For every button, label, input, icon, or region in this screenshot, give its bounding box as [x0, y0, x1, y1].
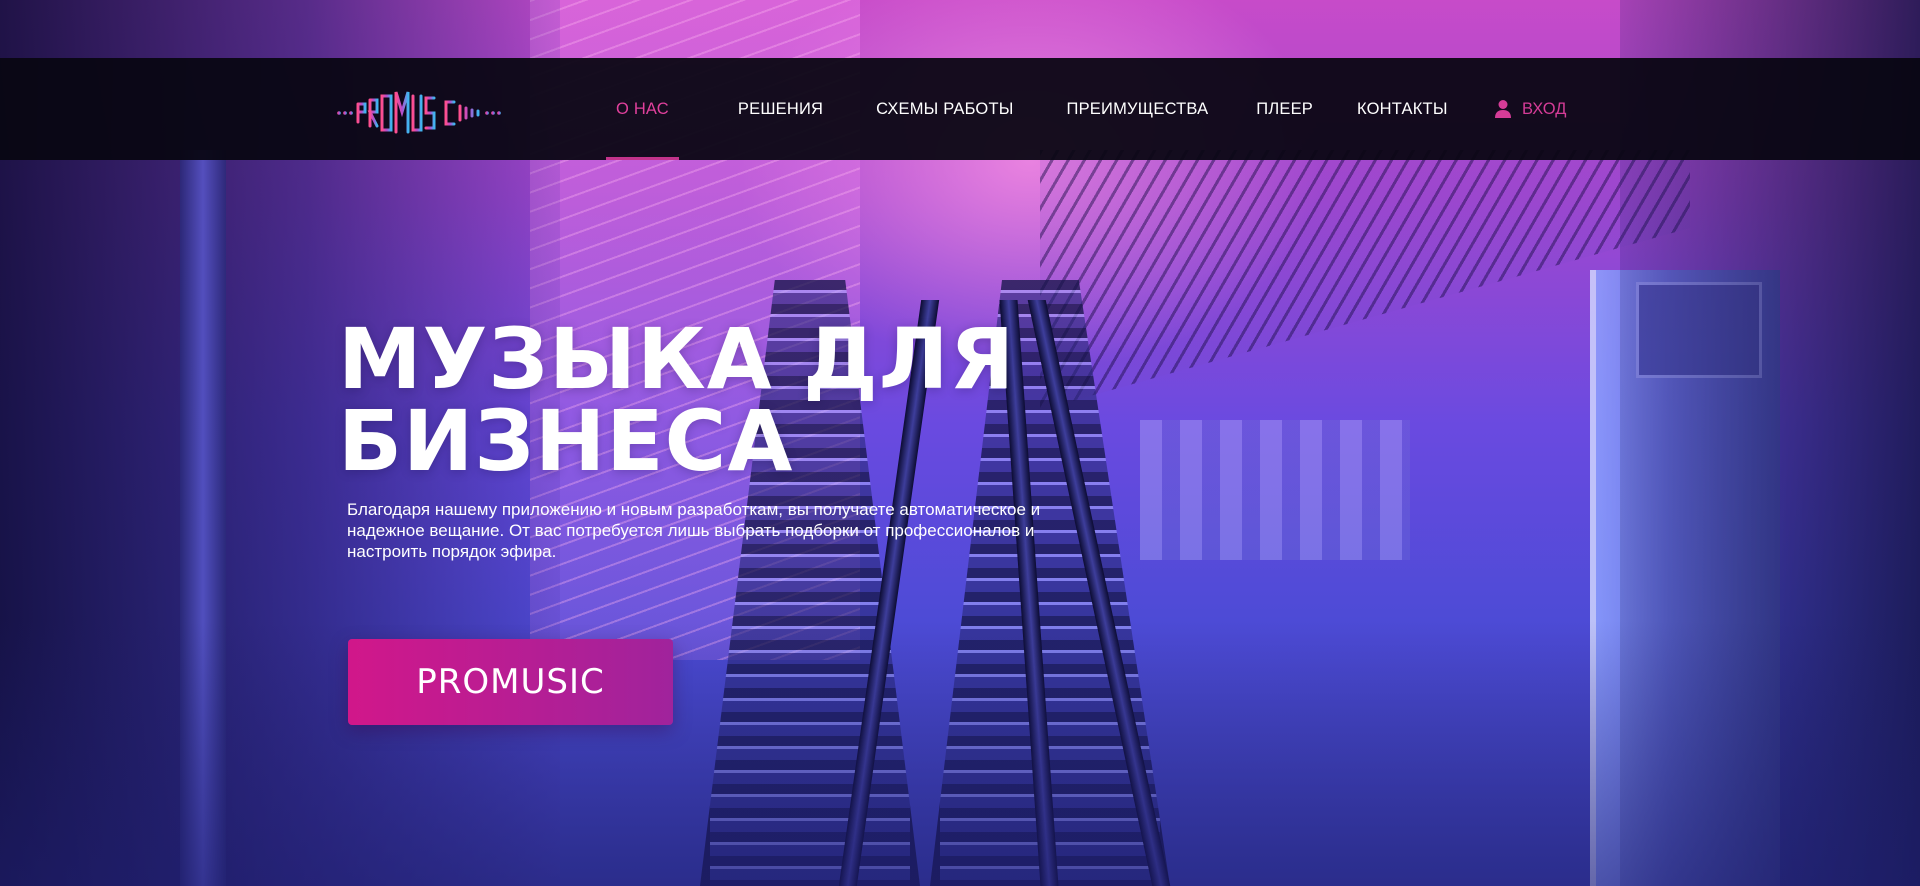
background-building [1140, 420, 1410, 560]
hero-title: МУЗЫКА ДЛЯ БИЗНЕСА [338, 317, 1058, 483]
nav-item-player[interactable]: ПЛЕЕР [1256, 100, 1313, 119]
user-icon [1495, 100, 1511, 118]
hero-section: О НАС РЕШЕНИЯ СХЕМЫ РАБОТЫ ПРЕИМУЩЕСТВА … [0, 0, 1920, 886]
main-nav: О НАС РЕШЕНИЯ СХЕМЫ РАБОТЫ ПРЕИМУЩЕСТВА … [598, 58, 1448, 160]
nav-item-label: О НАС [616, 99, 669, 118]
nav-item-work-schemes[interactable]: СХЕМЫ РАБОТЫ [876, 100, 1013, 119]
hero-description: Благодаря нашему приложению и новым разр… [347, 500, 1041, 561]
nav-item-advantages[interactable]: ПРЕИМУЩЕСТВА [1067, 100, 1209, 119]
promusic-cta-button[interactable]: PROMUSIC [348, 639, 673, 725]
nav-item-solutions[interactable]: РЕШЕНИЯ [738, 100, 823, 119]
nav-item-label: СХЕМЫ РАБОТЫ [876, 99, 1014, 118]
active-underline [606, 156, 679, 160]
background-floor [0, 620, 1920, 886]
nav-item-label: ПРЕИМУЩЕСТВА [1066, 99, 1209, 118]
logo-wordmark-icon [337, 91, 501, 134]
hero-title-line2: БИЗНЕСА [338, 392, 794, 490]
nav-item-label: КОНТАКТЫ [1357, 99, 1448, 118]
login-label: ВХОД [1522, 99, 1567, 118]
login-link[interactable]: ВХОД [1494, 58, 1566, 160]
nav-item-label: РЕШЕНИЯ [737, 99, 824, 118]
nav-item-label: ПЛЕЕР [1256, 99, 1314, 118]
promusic-logo[interactable] [336, 88, 502, 138]
nav-item-contacts[interactable]: КОНТАКТЫ [1357, 100, 1448, 119]
top-navbar: О НАС РЕШЕНИЯ СХЕМЫ РАБОТЫ ПРЕИМУЩЕСТВА … [0, 58, 1920, 160]
nav-item-about[interactable]: О НАС [606, 99, 679, 160]
